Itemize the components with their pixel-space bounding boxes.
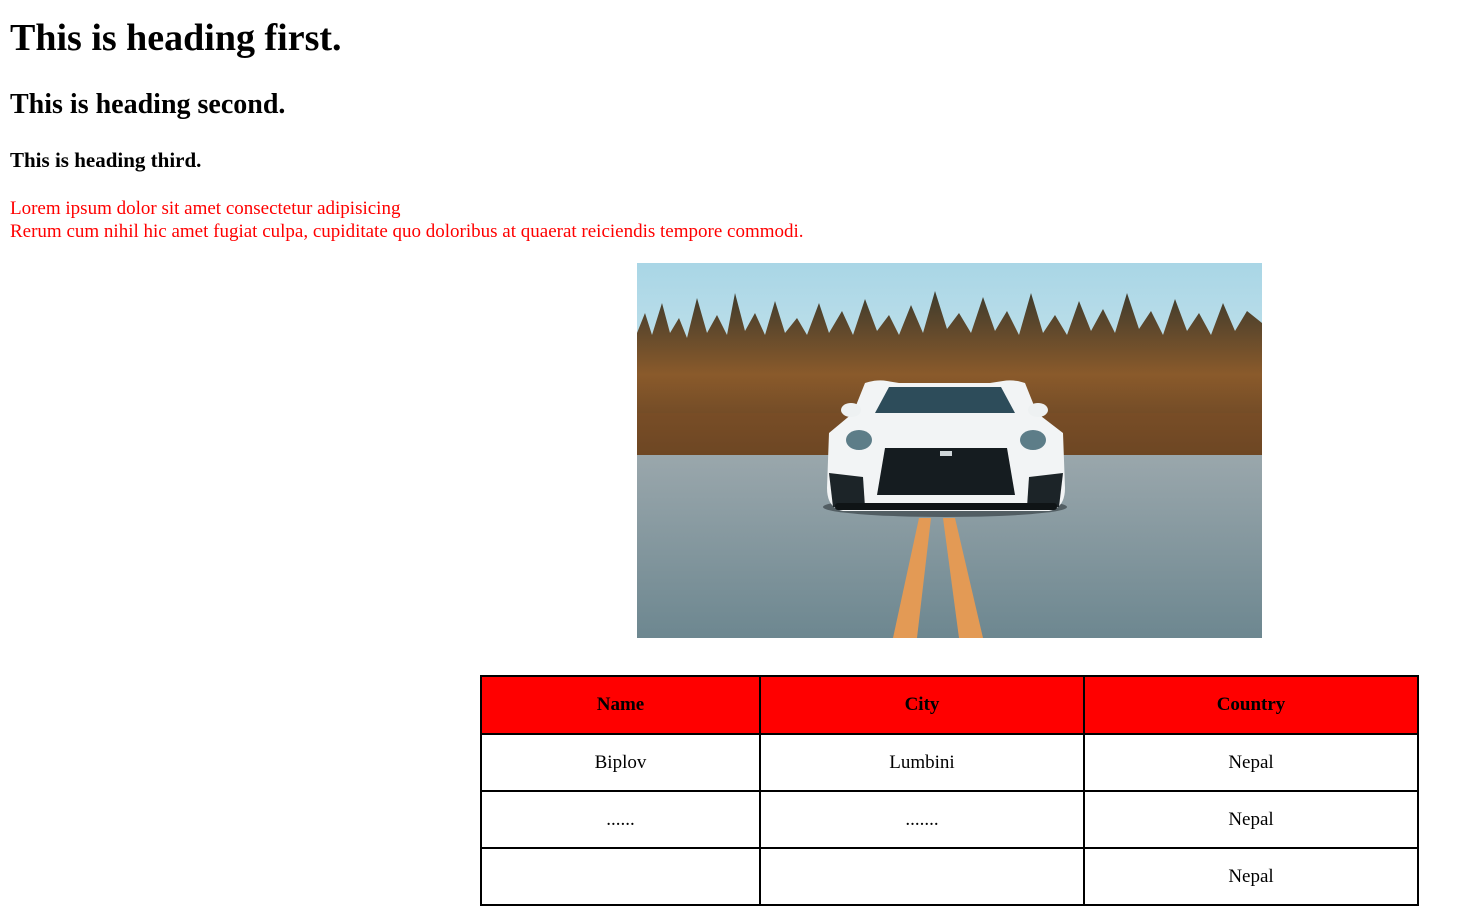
table-row: Nepal [480,847,1419,906]
heading-first: This is heading first. [10,17,342,59]
table-row: Biplov Lumbini Nepal [480,733,1419,792]
table-header-row: Name City Country [480,675,1419,735]
cell-country: Nepal [1083,790,1419,849]
column-header-city: City [759,675,1085,735]
lorem-line-1: Lorem ipsum dolor sit amet consectetur a… [10,198,401,219]
lorem-paragraph: Lorem ipsum dolor sit amet consectetur a… [10,197,804,243]
cell-city: ....... [759,790,1085,849]
cell-name [480,847,761,906]
cell-city [759,847,1085,906]
lorem-line-2: Rerum cum nihil hic amet fugiat culpa, c… [10,221,804,242]
cell-country: Nepal [1083,733,1419,792]
cell-name: ...... [480,790,761,849]
column-header-country: Country [1083,675,1419,735]
cell-city: Lumbini [759,733,1085,792]
heading-third: This is heading third. [10,148,202,172]
column-header-name: Name [480,675,761,735]
table-row: ...... ....... Nepal [480,790,1419,849]
cell-country: Nepal [1083,847,1419,906]
car-photo [637,263,1262,638]
cell-name: Biplov [480,733,761,792]
people-table: Name City Country Biplov Lumbini Nepal .… [480,675,1419,906]
page: This is heading first. This is heading s… [0,0,1471,906]
heading-second: This is heading second. [10,89,286,120]
